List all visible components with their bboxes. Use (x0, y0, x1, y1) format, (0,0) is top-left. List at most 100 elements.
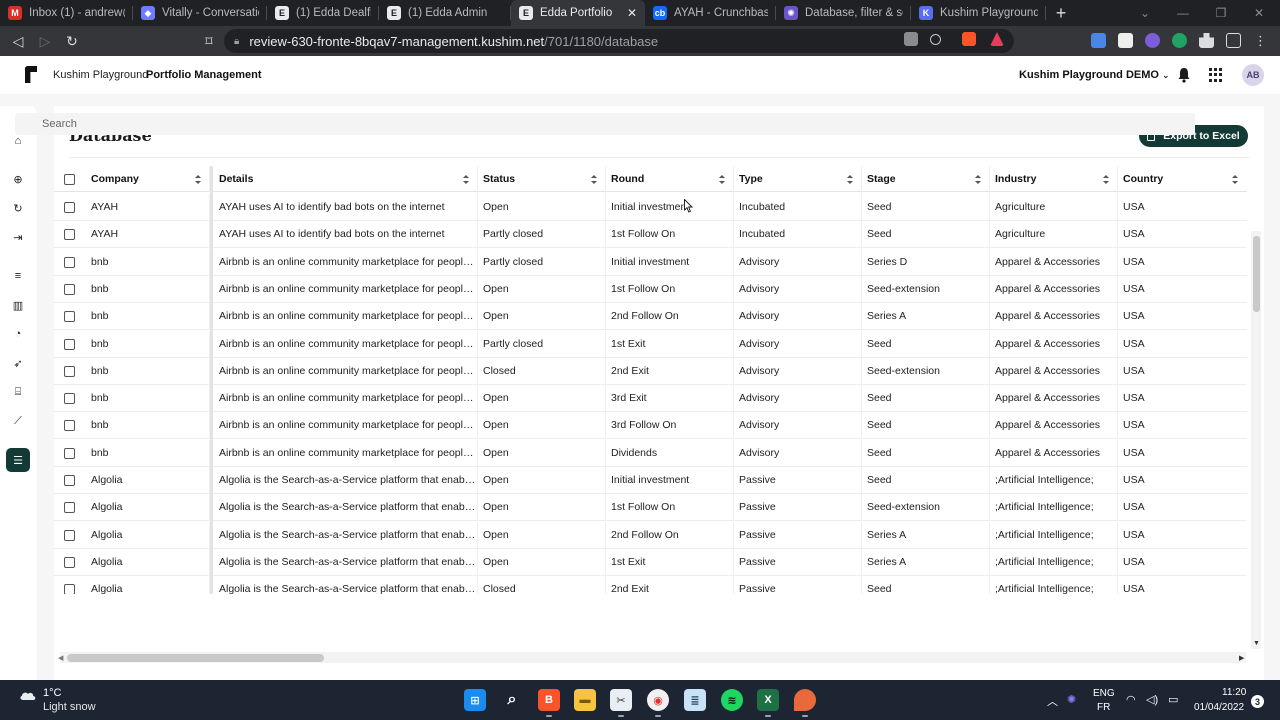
close-window-button[interactable]: ✕ (1240, 0, 1278, 26)
extension-icon[interactable] (1118, 33, 1133, 48)
table-row[interactable]: bnb Airbnb is an online community marketp… (54, 330, 1247, 358)
column-header-status[interactable]: Status (478, 166, 606, 192)
reload-icon[interactable]: ↻ (62, 32, 82, 50)
file-explorer-icon[interactable]: ▬ (574, 689, 596, 711)
row-checkbox[interactable] (64, 556, 75, 568)
breadcrumb-org[interactable]: Kushim Playground (53, 69, 148, 81)
home-icon[interactable]: ⌂ (11, 134, 25, 148)
cloud-snow-icon[interactable] (18, 688, 38, 704)
wifi-icon[interactable]: ◠ (1126, 693, 1136, 706)
wallet-icon[interactable] (1226, 33, 1241, 48)
sort-icon[interactable] (195, 175, 201, 184)
table-row[interactable]: Algolia Algolia is the Search-as-a-Servic… (54, 494, 1247, 522)
rocket-icon[interactable]: ➶ (11, 356, 25, 370)
close-tab-icon[interactable]: ✕ (627, 6, 637, 20)
table-row[interactable]: bnb Airbnb is an online community marketp… (54, 439, 1247, 467)
add-circle-icon[interactable]: ⊕ (11, 172, 25, 186)
tray-app-icon[interactable]: ✺ (1067, 693, 1076, 706)
apps-grid-icon[interactable] (1209, 68, 1223, 82)
row-checkbox[interactable] (64, 447, 75, 459)
database-icon[interactable]: ☰ (6, 448, 30, 472)
building-icon[interactable]: ▥ (11, 298, 25, 312)
table-row[interactable]: Algolia Algolia is the Search-as-a-Servic… (54, 576, 1247, 594)
sort-icon[interactable] (1232, 175, 1238, 184)
bookmark-icon[interactable]: ⌑ (199, 32, 219, 50)
horizontal-scroll-thumb[interactable] (67, 654, 324, 662)
sort-icon[interactable] (1103, 175, 1109, 184)
browser-tab[interactable]: E Edda Portfolio ✕ (511, 0, 645, 26)
row-checkbox[interactable] (64, 584, 75, 594)
select-all-checkbox[interactable] (64, 174, 75, 185)
table-row[interactable]: Algolia Algolia is the Search-as-a-Servic… (54, 467, 1247, 494)
translate-extension-icon[interactable] (1091, 33, 1106, 48)
row-checkbox[interactable] (64, 256, 75, 268)
sort-icon[interactable] (719, 175, 725, 184)
address-bar[interactable]: 🔒︎ review-630-fronte-8bqav7-management.k… (224, 29, 1014, 53)
table-row[interactable]: bnb Airbnb is an online community marketp… (54, 248, 1247, 276)
row-checkbox[interactable] (64, 365, 75, 377)
sort-icon[interactable] (463, 175, 469, 184)
chart-icon[interactable]: ⟋ (11, 414, 25, 428)
dashboard-icon[interactable]: ◔ (11, 327, 25, 341)
zoom-icon[interactable] (930, 34, 941, 45)
keyboard-layout-indicator[interactable]: FR (1097, 702, 1110, 713)
row-checkbox[interactable] (64, 502, 75, 514)
row-checkbox[interactable] (64, 338, 75, 350)
bank-icon[interactable]: ⌸ (11, 385, 25, 399)
minimize-window-button[interactable]: — (1164, 0, 1202, 26)
browser-tab[interactable]: cb AYAH - Crunchbase Company (645, 0, 776, 26)
login-icon[interactable]: ⇥ (11, 230, 25, 244)
excel-icon[interactable]: X (757, 689, 779, 711)
brave-browser-icon[interactable]: B (538, 689, 560, 711)
scroll-right-arrow-icon[interactable]: ▶ (1239, 654, 1244, 662)
search-input[interactable] (15, 113, 1195, 135)
table-row[interactable]: Algolia Algolia is the Search-as-a-Servic… (54, 548, 1247, 576)
extension-gear-icon[interactable] (1145, 33, 1160, 48)
column-header-details[interactable]: Details (214, 166, 478, 192)
org-selector[interactable]: Kushim Playground DEMO ⌄ (1019, 69, 1170, 81)
back-button[interactable]: ◁ (8, 32, 28, 50)
chevron-up-icon[interactable]: ︿ (1047, 693, 1058, 709)
vertical-scroll-thumb[interactable] (1253, 236, 1260, 312)
avatar[interactable]: AB (1242, 64, 1264, 86)
column-header-industry[interactable]: Industry (990, 166, 1118, 192)
table-row[interactable]: AYAH AYAH uses AI to identify bad bots on… (54, 221, 1247, 249)
table-row[interactable]: AYAH AYAH uses AI to identify bad bots on… (54, 194, 1247, 221)
refresh-icon[interactable]: ↻ (11, 201, 25, 215)
list-icon[interactable]: ≡ (11, 269, 25, 283)
browser-menu-icon[interactable]: ⋮ (1253, 33, 1268, 48)
brave-shield-icon[interactable] (962, 32, 976, 46)
browser-tab[interactable]: K Kushim Playground DEMO (911, 0, 1046, 26)
row-checkbox[interactable] (64, 475, 75, 486)
weather-temperature[interactable]: 1°C (43, 687, 61, 699)
sort-icon[interactable] (975, 175, 981, 184)
row-checkbox[interactable] (64, 229, 75, 241)
scroll-left-arrow-icon[interactable]: ◀ (58, 654, 63, 662)
browser-tab[interactable]: M Inbox (1) - andrew@kushim (0, 0, 133, 26)
row-checkbox[interactable] (64, 393, 75, 405)
drop-app-icon[interactable] (794, 689, 816, 711)
notification-badge[interactable]: 3 (1251, 695, 1264, 708)
clock-date[interactable]: 01/04/2022 (1194, 702, 1244, 713)
sort-icon[interactable] (591, 175, 597, 184)
language-indicator[interactable]: ENG (1093, 688, 1115, 699)
table-row[interactable]: Algolia Algolia is the Search-as-a-Servic… (54, 521, 1247, 549)
table-row[interactable]: bnb Airbnb is an online community marketp… (54, 275, 1247, 303)
maximize-window-button[interactable]: ❐ (1202, 0, 1240, 26)
column-header-country[interactable]: Country (1118, 166, 1246, 192)
column-resize-handle[interactable] (210, 166, 213, 594)
browser-tab[interactable]: ◆ Vitally - Conversations (133, 0, 267, 26)
clock-time[interactable]: 11:20 (1222, 687, 1246, 698)
row-checkbox[interactable] (64, 420, 75, 432)
column-header-round[interactable]: Round (606, 166, 734, 192)
row-checkbox[interactable] (64, 529, 75, 541)
row-checkbox[interactable] (64, 311, 75, 323)
browser-tab[interactable]: E (1) Edda Admin (379, 0, 511, 26)
windows-start-icon[interactable]: ⊞ (464, 689, 486, 711)
row-checkbox[interactable] (64, 283, 75, 295)
table-row[interactable]: bnb Airbnb is an online community marketp… (54, 357, 1247, 385)
camera-blocked-icon[interactable] (904, 32, 918, 46)
weather-condition[interactable]: Light snow (43, 701, 96, 713)
column-header-stage[interactable]: Stage (862, 166, 990, 192)
kushim-logo-icon[interactable] (25, 66, 37, 83)
